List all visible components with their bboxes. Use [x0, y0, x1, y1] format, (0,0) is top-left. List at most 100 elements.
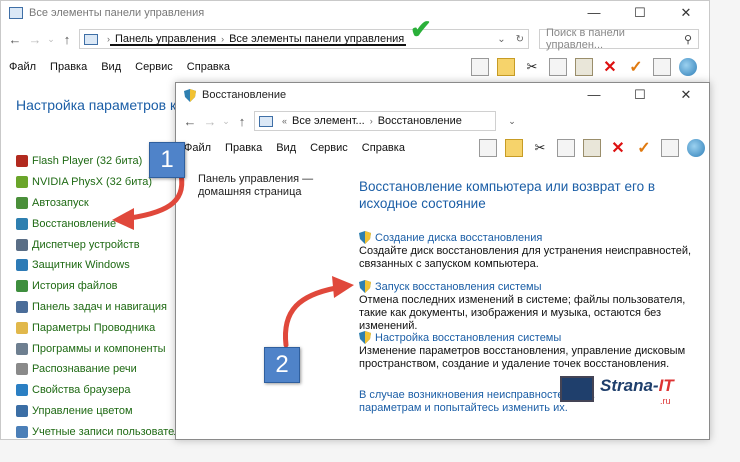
maximize-button[interactable]: ☐ [617, 87, 663, 103]
control-panel-home-text: Панель управления — домашняя страница [198, 173, 314, 198]
search-input[interactable]: Поиск в панели управлен... ⚲ [539, 27, 699, 51]
folder-icon[interactable] [497, 58, 515, 76]
delete-icon[interactable]: ✕ [601, 58, 619, 76]
strana-it-logo: Strana-IT .ru [560, 372, 710, 410]
menu-view[interactable]: Вид [276, 142, 296, 154]
up-arrow-icon[interactable]: ↑ [232, 114, 252, 129]
menu-view[interactable]: Вид [101, 61, 121, 73]
cut-icon[interactable]: ✂ [531, 139, 549, 157]
configure-system-restore-desc: Изменение параметров восстановления, упр… [359, 345, 686, 370]
control-panel-item[interactable]: Свойства браузера [16, 380, 193, 401]
properties-icon[interactable] [653, 58, 671, 76]
chevron-down-icon[interactable]: ⌄ [497, 34, 505, 45]
minimize-button[interactable]: — [571, 5, 617, 21]
globe-icon[interactable] [679, 58, 697, 76]
step-1-badge: 1 [149, 142, 185, 178]
menu-edit[interactable]: Правка [50, 61, 87, 73]
history-dropdown-icon[interactable]: ⌄ [45, 34, 57, 45]
menu-tools[interactable]: Сервис [310, 142, 348, 154]
forward-arrow-icon[interactable]: → [200, 114, 220, 129]
control-panel-item[interactable]: Защитник Windows [16, 255, 193, 276]
folder-icon[interactable] [505, 139, 523, 157]
screenshot-stage: Все элементы панели управления — ☐ ✕ ← →… [0, 0, 740, 462]
delete-icon[interactable]: ✕ [609, 139, 627, 157]
front-titlebar: Восстановление — ☐ ✕ [176, 83, 709, 107]
menu-tools[interactable]: Сервис [135, 61, 173, 73]
control-panel-item-label: Защитник Windows [32, 259, 130, 272]
browser-icon [16, 384, 28, 397]
chevron-down-icon[interactable]: ⌄ [502, 116, 522, 127]
autoplay-icon [16, 196, 28, 209]
control-panel-item[interactable]: Управление цветом [16, 401, 193, 422]
paste-icon[interactable] [575, 58, 593, 76]
task-create-recovery-drive: Создание диска восстановления Создайте д… [359, 231, 699, 271]
control-panel-item-label: Управление цветом [32, 404, 133, 417]
close-button[interactable]: ✕ [663, 87, 709, 103]
uac-shield-icon [359, 331, 371, 344]
start-system-restore-link[interactable]: Запуск восстановления системы [359, 280, 699, 293]
maximize-button[interactable]: ☐ [617, 5, 663, 21]
back-menubar: Файл Правка Вид Сервис Справка [9, 56, 230, 78]
control-panel-item-label: Учетные записи пользователей [32, 425, 193, 438]
back-arrow-icon[interactable]: ← [180, 114, 200, 129]
control-panel-item[interactable]: Диспетчер устройств [16, 234, 193, 255]
menu-file[interactable]: Файл [9, 61, 36, 73]
search-placeholder: Поиск в панели управлен... [546, 27, 625, 51]
minimize-button[interactable]: — [571, 87, 617, 103]
forward-arrow-icon[interactable]: → [25, 32, 45, 47]
cut-icon[interactable]: ✂ [523, 58, 541, 76]
view-icon[interactable] [471, 58, 489, 76]
control-panel-item[interactable]: Программы и компоненты [16, 338, 193, 359]
control-panel-item[interactable]: История файлов [16, 276, 193, 297]
control-panel-item[interactable]: Восстановление [16, 213, 193, 234]
address-bar[interactable]: › Панель управления › Все элементы панел… [79, 29, 529, 49]
up-arrow-icon[interactable]: ↑ [57, 32, 77, 47]
device-manager-icon [16, 238, 28, 251]
menu-edit[interactable]: Правка [225, 142, 262, 154]
breadcrumb-separator-icon: › [369, 116, 373, 126]
control-panel-item[interactable]: Автозапуск [16, 193, 193, 214]
breadcrumb-recovery[interactable]: Восстановление [378, 115, 462, 127]
control-panel-home-link[interactable]: Панель управления — домашняя страница [198, 173, 318, 199]
control-panel-item[interactable]: Панель задач и навигация [16, 297, 193, 318]
back-page-heading: Настройка параметров ком [16, 97, 194, 113]
view-icon[interactable] [479, 139, 497, 157]
back-arrow-icon[interactable]: ← [5, 32, 25, 47]
start-system-restore-desc: Отмена последних изменений в системе; фа… [359, 294, 686, 332]
globe-icon[interactable] [687, 139, 705, 157]
menu-file[interactable]: Файл [184, 142, 211, 154]
configure-system-restore-link[interactable]: Настройка восстановления системы [359, 331, 699, 344]
menu-help[interactable]: Справка [362, 142, 405, 154]
close-button[interactable]: ✕ [663, 5, 709, 21]
search-icon[interactable]: ⚲ [684, 33, 692, 46]
control-panel-item-label: Восстановление [32, 217, 117, 230]
copy-icon[interactable] [549, 58, 567, 76]
front-menubar: Файл Правка Вид Сервис Справка [184, 137, 405, 159]
breadcrumb-all-items[interactable]: Все элемент... [292, 115, 365, 127]
menu-help[interactable]: Справка [187, 61, 230, 73]
copy-icon[interactable] [557, 139, 575, 157]
uac-shield-icon [359, 231, 371, 244]
window-controls: — ☐ ✕ [571, 5, 709, 21]
control-panel-item[interactable]: Параметры Проводника [16, 317, 193, 338]
refresh-icon[interactable]: ↻ [516, 34, 524, 45]
control-panel-item[interactable]: Учетные записи пользователей [16, 421, 193, 442]
breadcrumb-separator-icon: › [221, 34, 225, 44]
checkmark-icon[interactable]: ✓ [635, 139, 653, 157]
create-recovery-drive-link[interactable]: Создание диска восстановления [359, 231, 699, 244]
control-panel-item-label: Программы и компоненты [32, 342, 166, 355]
paste-icon[interactable] [583, 139, 601, 157]
task-configure-system-restore: Настройка восстановления системы Изменен… [359, 331, 699, 371]
control-panel-item[interactable]: Распознавание речи [16, 359, 193, 380]
recovery-heading: Восстановление компьютера или возврат ег… [359, 179, 656, 211]
front-menu-row: Файл Правка Вид Сервис Справка ✂ ✕ ✓ [176, 137, 709, 159]
step-2-badge: 2 [264, 347, 300, 383]
properties-icon[interactable] [661, 139, 679, 157]
taskbar-icon [16, 300, 28, 313]
control-panel-item-label: Автозапуск [32, 196, 89, 209]
history-dropdown-icon[interactable]: ⌄ [220, 116, 232, 127]
control-panel-icon [259, 115, 273, 127]
address-bar[interactable]: « Все элемент... › Восстановление [254, 111, 496, 131]
window-controls: — ☐ ✕ [571, 87, 709, 103]
checkmark-icon[interactable]: ✓ [627, 58, 645, 76]
